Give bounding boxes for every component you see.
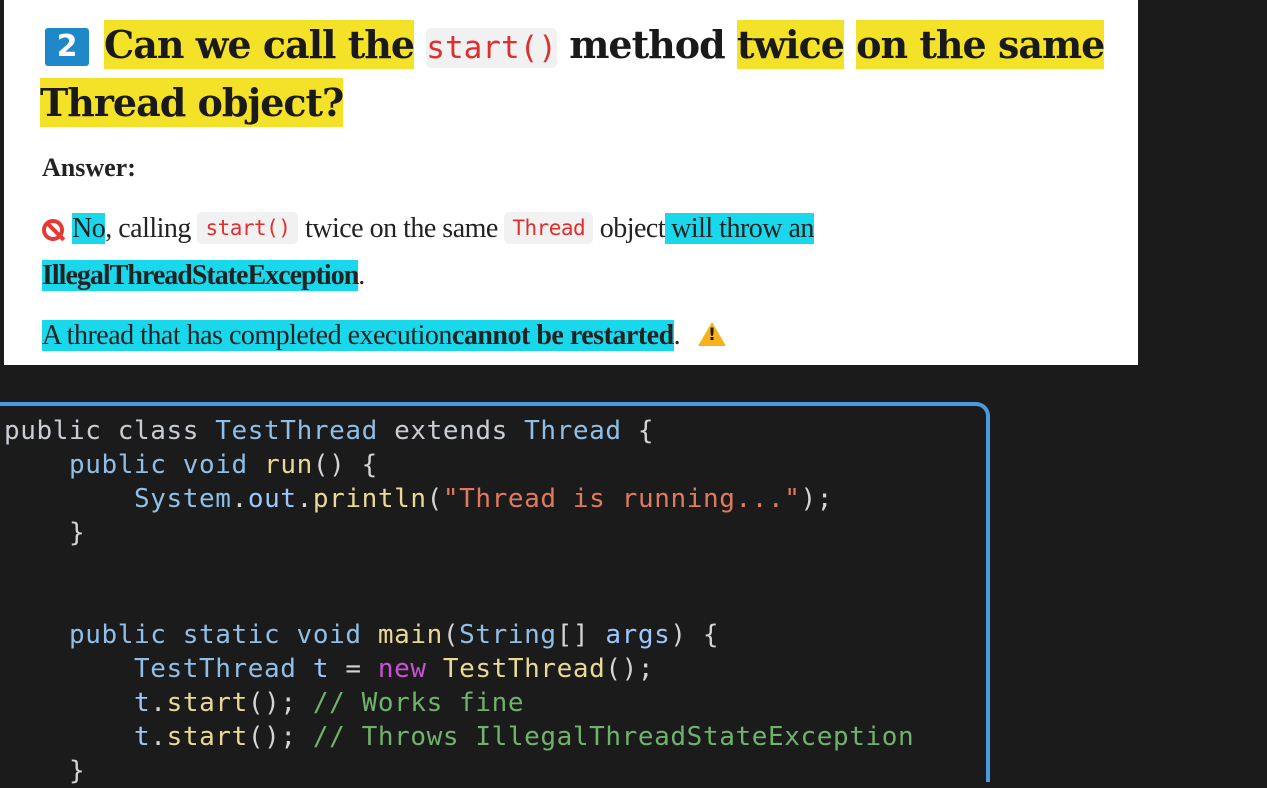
answer-text: , calling — [105, 213, 191, 244]
answer-no: No — [72, 213, 106, 244]
inline-code-start: start() — [197, 212, 299, 244]
answer-text: twice on the same — [304, 213, 498, 244]
answer-text-highlighted: will throw an — [665, 213, 814, 244]
code-line: t.start(); // Works fine — [134, 688, 525, 718]
question-text-twice: twice — [736, 20, 845, 69]
answer-text: . — [673, 320, 681, 351]
answer-text: . — [358, 260, 365, 291]
answer-text: object — [599, 213, 666, 244]
code-line: public static void main(String[] args) { — [4, 620, 720, 650]
code-block: public class TestThread extends Thread {… — [4, 414, 914, 788]
code-line: public void run() { — [4, 450, 378, 480]
question-text: Thread object? — [40, 78, 344, 127]
code-line: public class TestThread extends Thread { — [4, 416, 655, 446]
question-text: Can we call the — [104, 20, 415, 69]
answer-paragraph-2: A thread that has completed executioncan… — [42, 320, 727, 352]
answer-label: Answer: — [42, 153, 136, 182]
code-line: System.out.println("Thread is running...… — [134, 484, 833, 514]
answer-paragraph-1-cont: IllegalThreadStateException. — [42, 260, 365, 292]
question-number-badge: 2 — [45, 28, 89, 66]
warning-icon — [698, 322, 727, 346]
code-line: } — [4, 756, 86, 786]
code-line: } — [4, 518, 86, 548]
question-title-line-1: Can we call the start() method twice on … — [104, 20, 1105, 69]
answer-paragraph-1: No, calling start() twice on the same Th… — [42, 212, 814, 245]
code-line: t.start(); // Throws IllegalThreadStateE… — [134, 722, 915, 752]
question-text: method — [569, 22, 725, 67]
answer-card: 2 Can we call the start() method twice o… — [4, 0, 1138, 365]
prohibited-icon — [42, 219, 64, 241]
question-title-line-2: Thread object? — [40, 78, 344, 127]
inline-code-thread: Thread — [504, 212, 594, 244]
answer-bold-text: cannot be restarted — [451, 320, 674, 351]
question-code-chip: start() — [426, 28, 557, 68]
question-text: on the same — [856, 20, 1105, 69]
answer-text-highlighted: A thread that has completed execution — [42, 320, 452, 351]
exception-name: IllegalThreadStateException — [42, 260, 359, 291]
code-line: TestThread t = new TestThread(); — [134, 654, 655, 684]
